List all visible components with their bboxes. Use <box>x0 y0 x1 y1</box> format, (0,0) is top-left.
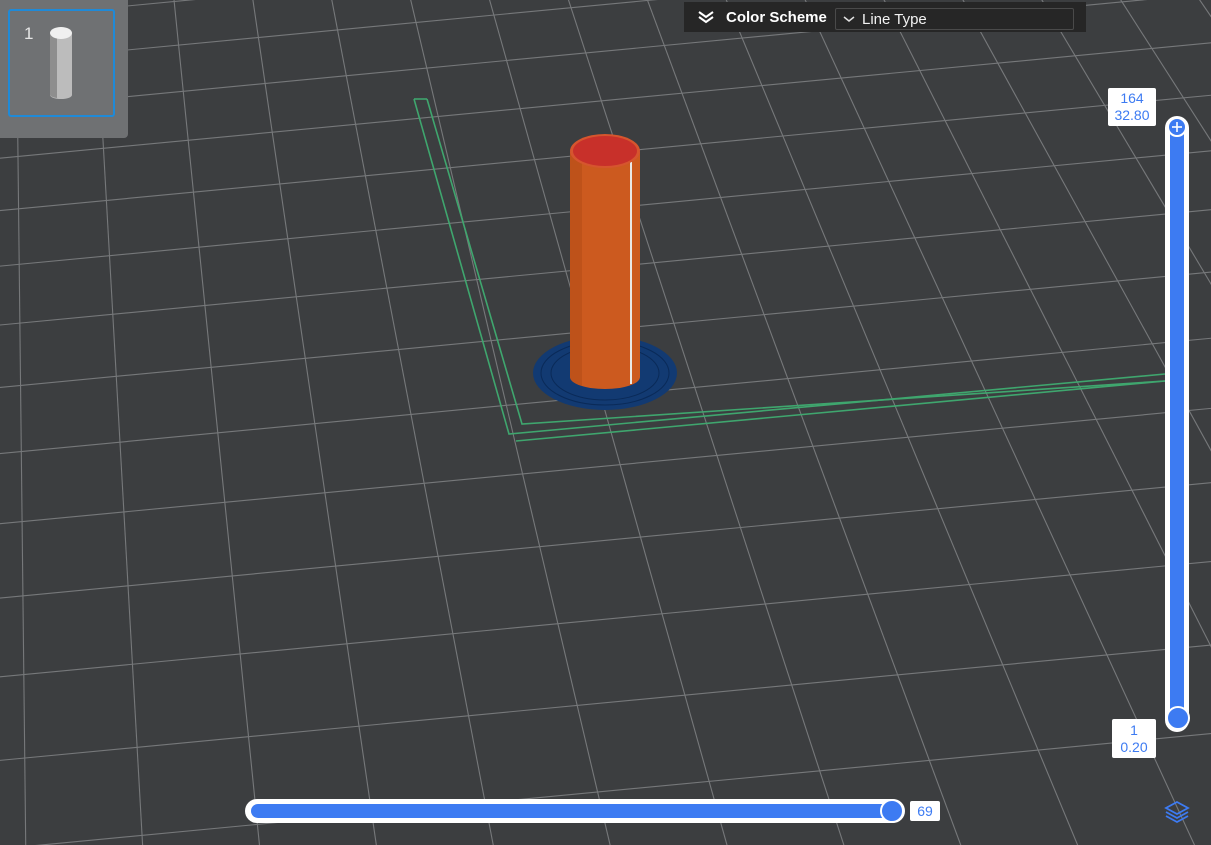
layer-slider-bottom-handle[interactable] <box>1166 706 1190 730</box>
layer-top-label: 164 32.80 <box>1108 88 1156 126</box>
build-plate-grid <box>0 0 1211 845</box>
move-slider-range <box>251 804 899 818</box>
color-scheme-title: Color Scheme <box>726 8 827 26</box>
3d-viewport[interactable] <box>0 0 1211 845</box>
grid-line <box>646 0 962 845</box>
color-scheme-dropdown[interactable]: Line Type <box>835 8 1074 30</box>
bottom-layer-number: 1 <box>1130 722 1138 738</box>
bottom-layer-height: 0.20 <box>1120 739 1148 755</box>
grid-line <box>0 407 1211 525</box>
top-layer-height: 32.80 <box>1114 107 1150 123</box>
top-surface <box>573 136 637 166</box>
layers-icon[interactable] <box>1164 800 1190 824</box>
grid-line <box>0 560 1211 678</box>
layer-slider-range <box>1170 122 1184 726</box>
plate-number: 1 <box>24 24 34 43</box>
grid-line <box>0 644 1211 761</box>
move-slider-value: 69 <box>910 801 940 821</box>
layer-bottom-label: 1 0.20 <box>1112 719 1156 758</box>
chevron-down-icon <box>843 16 855 22</box>
plus-icon <box>1172 122 1182 132</box>
grid-line <box>331 0 494 845</box>
grid-line <box>567 0 845 845</box>
grid-line <box>173 0 261 845</box>
collapse-chevrons-icon[interactable] <box>696 10 716 24</box>
top-layer-number: 164 <box>1120 90 1144 106</box>
grid-line <box>883 0 1211 648</box>
grid-line <box>0 482 1211 599</box>
layer-slider-top-handle[interactable] <box>1167 117 1187 137</box>
cylinder-thumbnail-icon <box>50 27 72 99</box>
color-scheme-selected: Line Type <box>862 10 927 28</box>
bed-boundary-outline <box>413 98 1166 442</box>
color-scheme-panel: Color Scheme Line Type <box>684 2 1086 32</box>
grid-line <box>252 0 377 845</box>
printed-cylinder <box>570 134 640 389</box>
move-slider-handle[interactable] <box>880 799 904 823</box>
plate-thumbnail[interactable]: 1 <box>0 0 128 138</box>
